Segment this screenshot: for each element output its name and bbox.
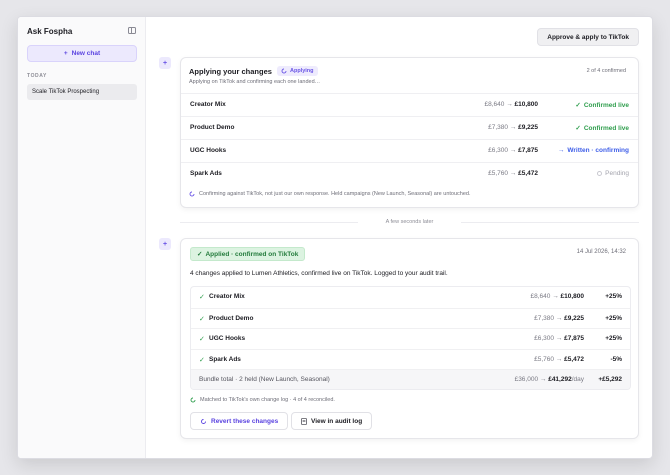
confirm-note: Confirming against TikTok, not just our … [189,191,470,197]
arrow-right-icon: → [557,147,565,154]
document-icon [301,417,307,425]
card-subtitle: Applying on TikTok and confirming each o… [189,79,321,85]
check-icon: ✓ [199,315,205,323]
pending-icon [597,171,603,176]
assistant-avatar-icon: + [159,57,171,69]
sidebar: Ask Fospha + New chat TODAY Scale TikTok… [18,17,146,458]
campaign-row: UGC Hooks £6,300 → £7,875 → Written · con… [181,139,638,162]
campaign-row: Spark Ads £5,760 → £5,472 Pending [181,162,638,185]
budget-change: £5,760 → £5,472 [488,170,538,177]
app-window: Ask Fospha + New chat TODAY Scale TikTok… [17,16,653,459]
table-row: ✓ Spark Ads £5,760 → £5,472 -5% [191,348,630,370]
row-status: → Written · confirming [557,147,629,154]
campaign-row: Creator Mix £8,640 → £10,800 ✓ Confirmed … [181,93,638,116]
approve-apply-button[interactable]: Approve & apply to TikTok [537,28,639,46]
campaign-name: Product Demo [190,124,235,131]
progress-count: 2 of 4 confirmed [586,68,626,74]
spinner-icon [281,68,287,74]
result-card: ✓ Applied · confirmed on TikTok 14 Jul 20… [180,238,639,439]
total-row: Bundle total · 2 held (New Launch, Seaso… [191,369,630,389]
sync-icon [190,397,196,403]
budget-change: £6,300 → £7,875 [488,147,538,154]
row-status: ✓ Confirmed live [575,124,629,133]
status-badge: Applying [277,66,318,76]
applying-card: Applying your changes Applying Applying … [180,57,639,208]
campaign-row: Product Demo £7,380 → £9,225 ✓ Confirmed … [181,116,638,139]
budget-change: £7,380 → £9,225 [488,124,538,131]
status-badge-label: Applying [290,68,314,74]
table-row: ✓ UGC Hooks £6,300 → £7,875 +25% [191,328,630,349]
new-chat-label: New chat [71,50,101,57]
success-badge: ✓ Applied · confirmed on TikTok [190,247,306,261]
timestamp: 14 Jul 2026, 14:32 [576,249,626,255]
revert-changes-button[interactable]: Revert these changes [190,412,289,430]
sidebar-toggle-icon[interactable] [128,27,136,34]
row-status: ✓ Confirmed live [575,101,629,110]
check-icon: ✓ [199,356,205,364]
result-description: 4 changes applied to Lumen Athletics, co… [190,270,448,277]
budget-change: £8,640 → £10,800 [484,101,538,108]
check-icon: ✓ [199,336,205,343]
main-panel: Approve & apply to TikTok + Applying you… [146,17,652,458]
check-icon: ✓ [575,125,581,132]
spinner-icon [189,191,195,197]
app-title: Ask Fospha [27,27,73,36]
card-title: Applying your changes [189,67,272,76]
changes-table: ✓ Creator Mix £8,640 → £10,800 +25% ✓ Pr… [190,286,631,390]
campaign-name: UGC Hooks [190,147,227,154]
new-chat-button[interactable]: + New chat [27,45,137,62]
campaign-name: Creator Mix [190,101,226,108]
table-row: ✓ Creator Mix £8,640 → £10,800 +25% [199,293,622,301]
section-label-today: TODAY [27,73,47,79]
view-audit-log-button[interactable]: View in audit log [291,412,373,430]
plus-icon: + [63,50,68,57]
time-separator: A few seconds later [180,219,639,226]
reconcile-note: Matched to TikTok's own change log · 4 o… [190,397,335,403]
undo-icon [201,418,206,424]
table-row: ✓ Product Demo £7,380 → £9,225 +25% [191,307,630,329]
check-icon: ✓ [197,251,203,258]
row-status: Pending [597,170,629,177]
check-icon: ✓ [199,294,205,301]
assistant-avatar-icon: + [159,238,171,250]
check-icon: ✓ [575,102,581,109]
campaign-name: Spark Ads [190,170,222,177]
chat-item-scale-tiktok[interactable]: Scale TikTok Prospecting [27,84,137,100]
